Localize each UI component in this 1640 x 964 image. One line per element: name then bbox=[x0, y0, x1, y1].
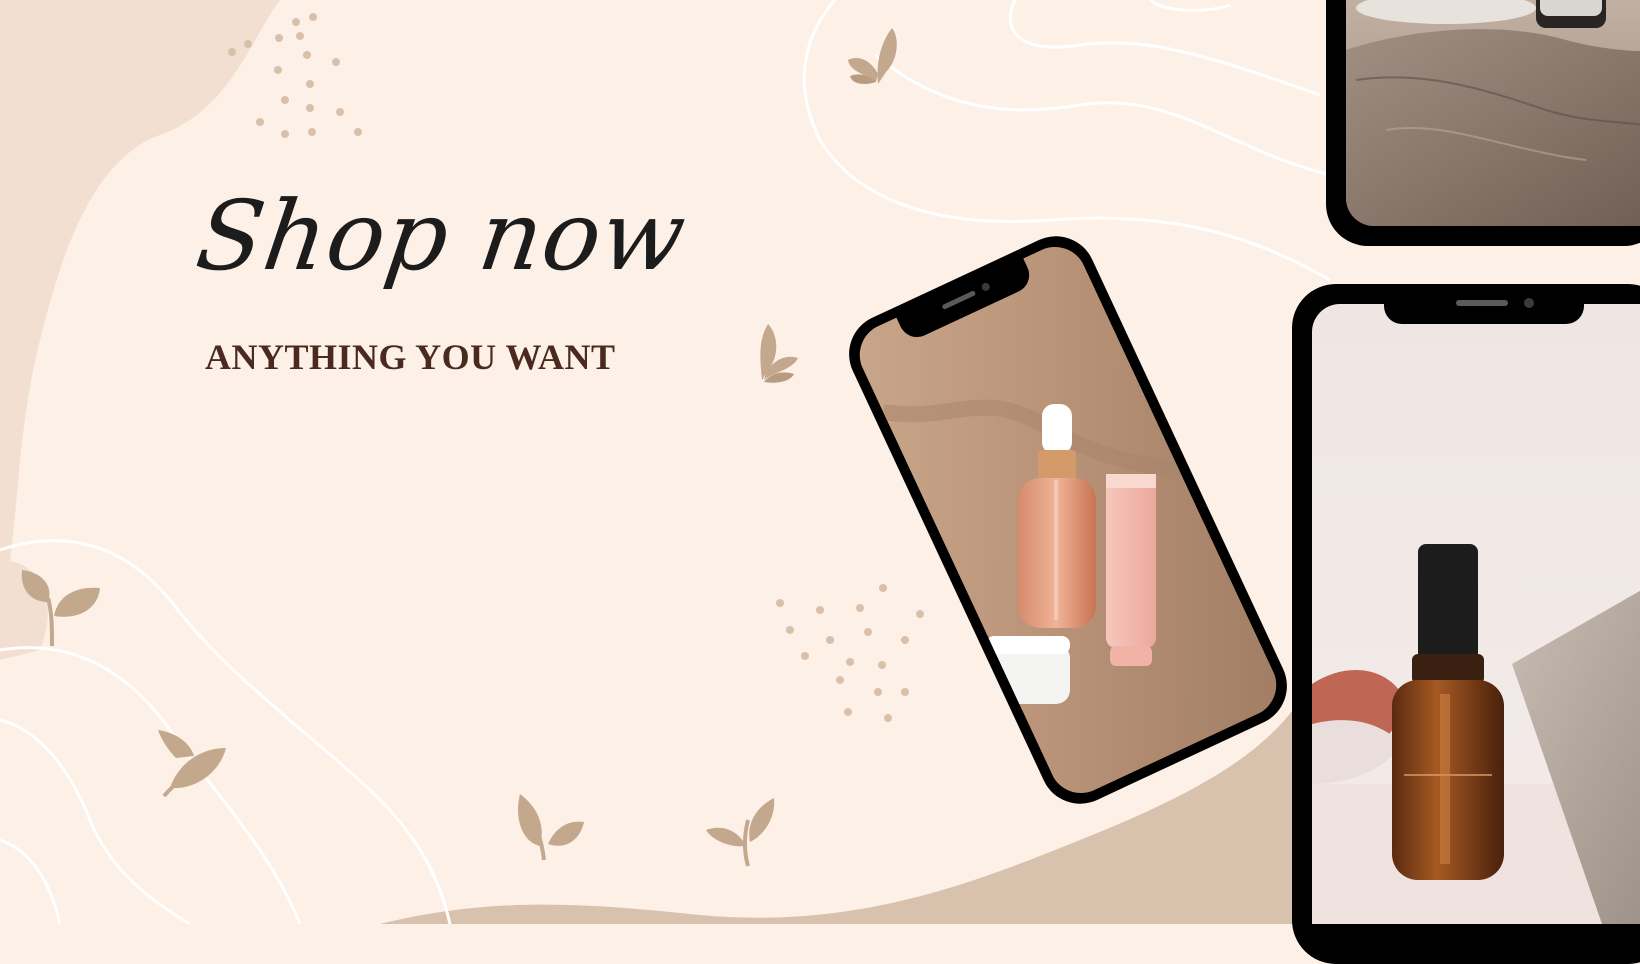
subheadline: ANYTHING YOU WANT bbox=[205, 337, 616, 377]
product-photo-stone bbox=[1346, 0, 1640, 226]
phone-right-screen bbox=[1312, 304, 1640, 964]
butterfly-icon bbox=[760, 324, 798, 383]
line-top-4 bbox=[1148, 0, 1231, 12]
leaf-icon bbox=[518, 794, 584, 861]
leaf-icon bbox=[158, 730, 226, 798]
line-bl-4 bbox=[0, 838, 62, 924]
leaf-icon bbox=[706, 798, 775, 867]
product-photo-amber-bottle bbox=[1312, 304, 1640, 924]
phone-top-right bbox=[1326, 0, 1640, 246]
leaf-icon bbox=[21, 570, 100, 647]
left-blob bbox=[0, 0, 280, 600]
headline: Shop now bbox=[190, 180, 694, 292]
phone-right-notch bbox=[1384, 290, 1584, 324]
phone-top-right-screen bbox=[1346, 0, 1640, 226]
phone-right bbox=[1292, 284, 1640, 964]
line-top-2 bbox=[874, 53, 1331, 177]
line-top-3 bbox=[1008, 0, 1321, 97]
butterfly-icon bbox=[848, 28, 897, 84]
dot-cluster-middle bbox=[776, 584, 924, 722]
phone-right-speaker bbox=[1456, 300, 1508, 306]
phone-right-camera bbox=[1524, 298, 1534, 308]
